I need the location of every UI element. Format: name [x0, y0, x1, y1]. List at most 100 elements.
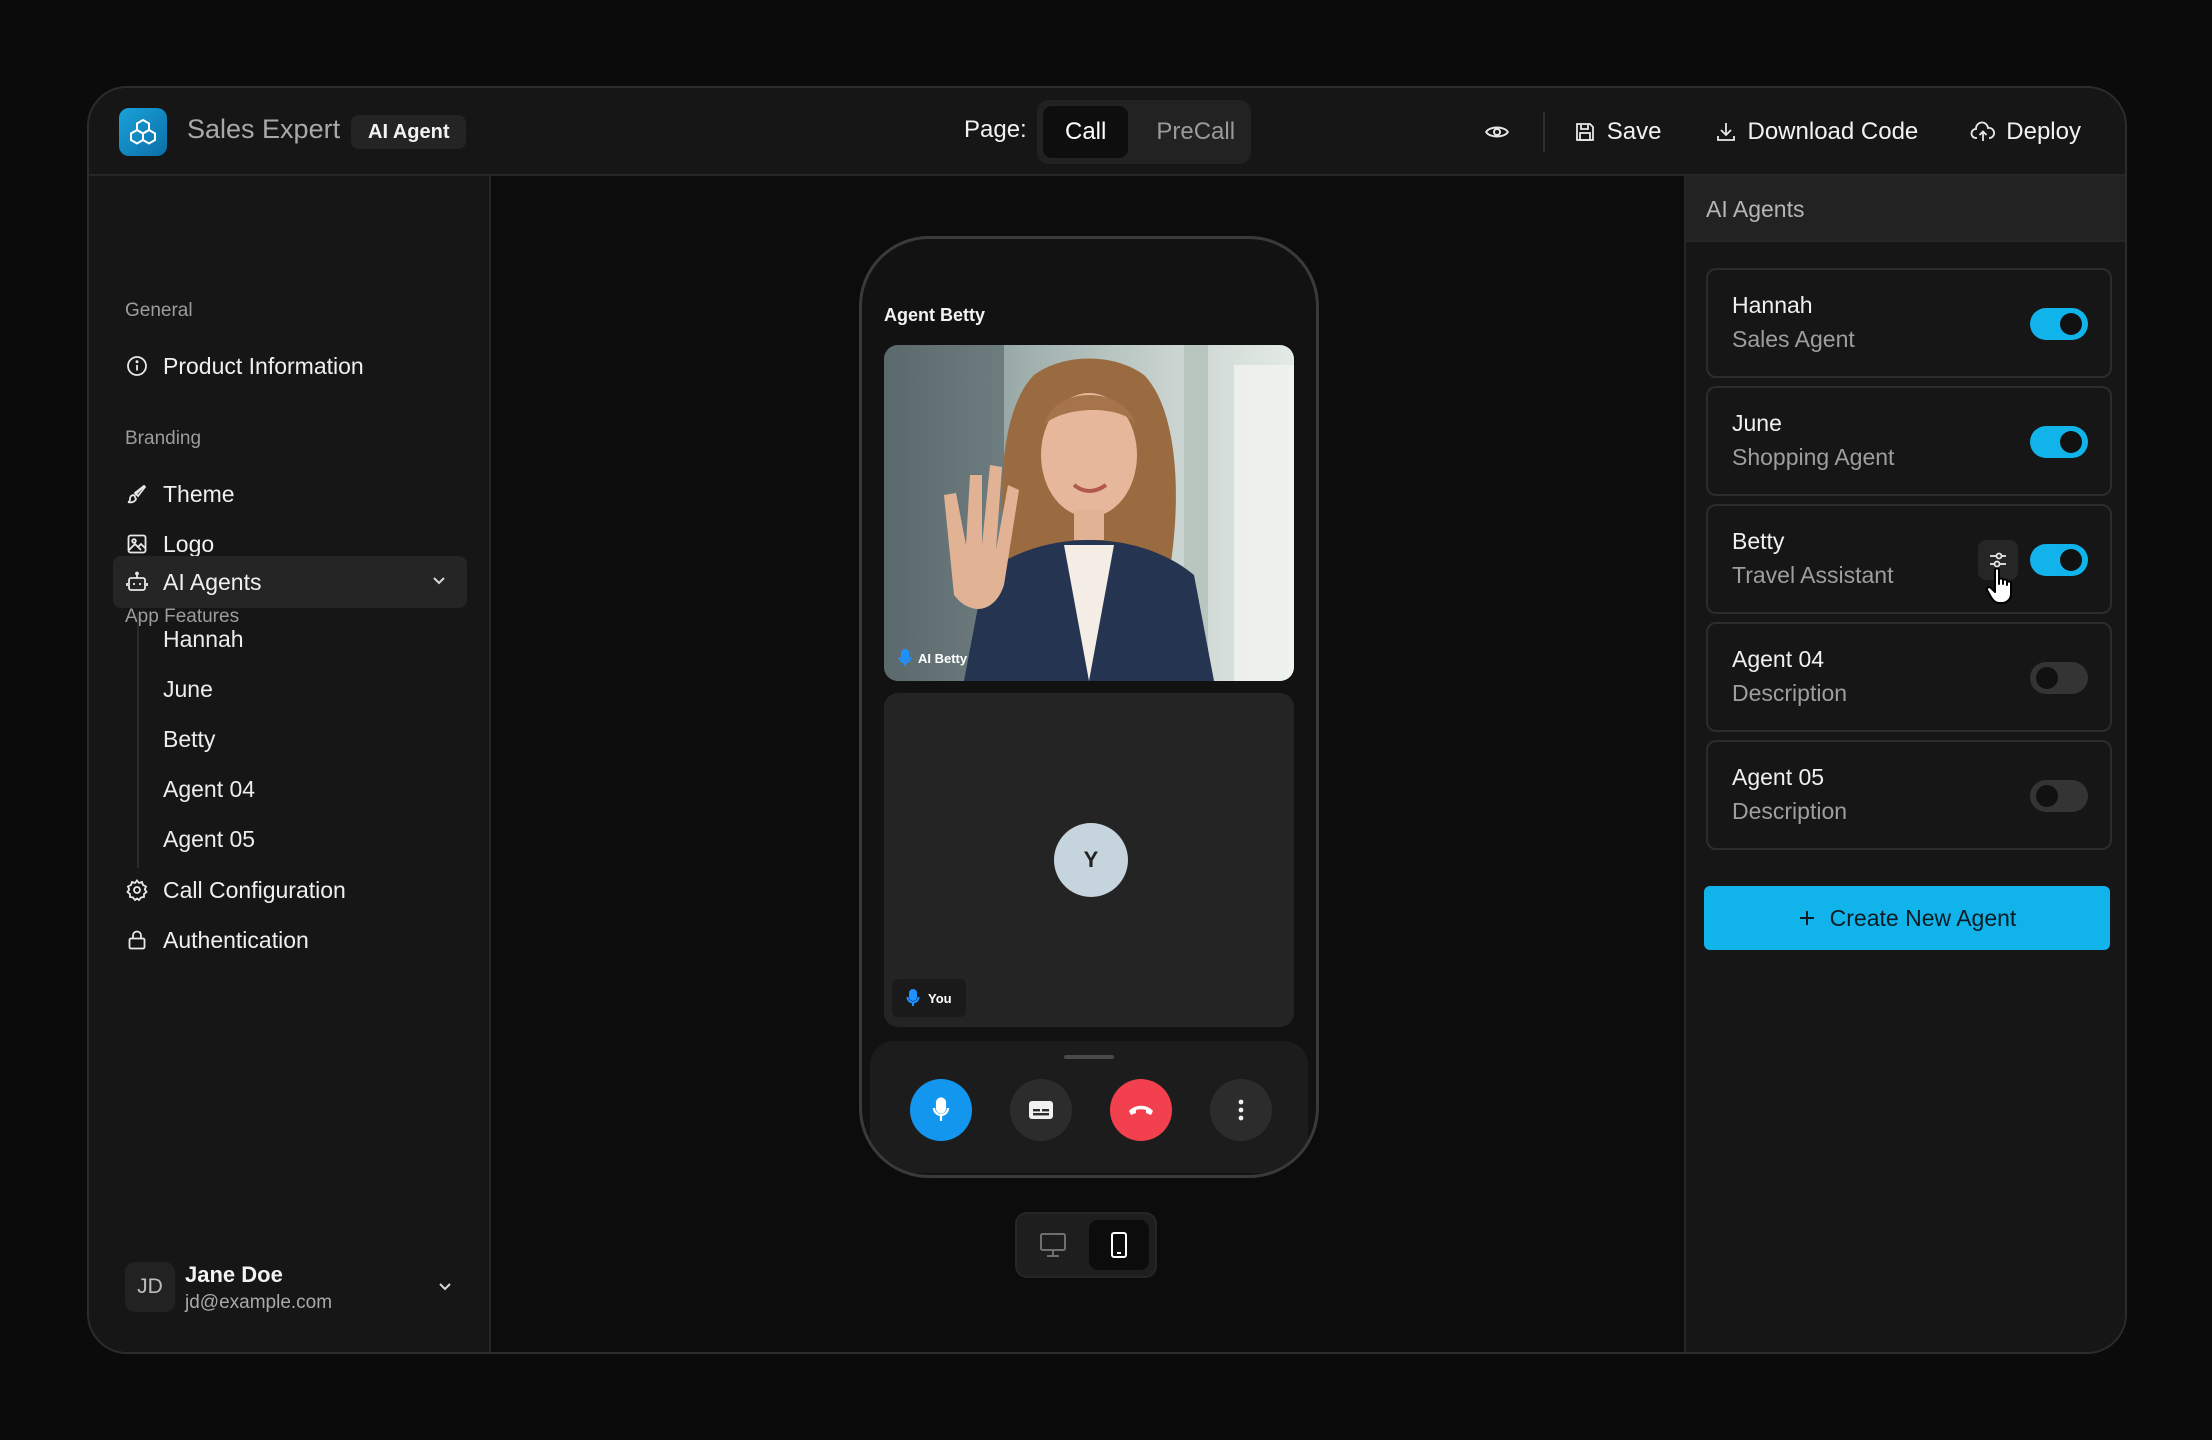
agent-toggle[interactable]	[2030, 426, 2088, 458]
agent-name: June	[1732, 410, 1782, 436]
sidebar-item-authentication[interactable]: Authentication	[125, 920, 309, 960]
sidebar-item-label: Authentication	[163, 926, 309, 953]
gear-icon	[125, 878, 149, 902]
page-tab-precall[interactable]: PreCall	[1134, 106, 1257, 158]
sidebar-item-label: Call Configuration	[163, 876, 346, 903]
mobile-icon	[1111, 1232, 1127, 1258]
toggle-knob	[2060, 313, 2082, 335]
app-logo	[119, 108, 167, 156]
sidebar-item-label: Product Information	[163, 352, 364, 379]
submenu-guide-line	[137, 612, 139, 868]
save-button[interactable]: Save	[1573, 118, 1662, 146]
agent-toggle[interactable]	[2030, 308, 2088, 340]
self-video-tile: Y You	[884, 693, 1294, 1027]
download-code-label: Download Code	[1747, 118, 1919, 145]
sidebar-subitem-agent-04[interactable]: Agent 04	[163, 776, 255, 803]
agent-card-hannah[interactable]: Hannah Sales Agent	[1706, 268, 2112, 378]
save-label: Save	[1606, 118, 1662, 145]
captions-button[interactable]	[1010, 1079, 1072, 1141]
mic-icon	[932, 1097, 950, 1121]
remote-participant-label: AI Betty	[918, 650, 968, 666]
agents-panel: AI Agents Hannah Sales Agent June Shoppi…	[1684, 176, 2125, 1352]
section-branding: Branding	[125, 428, 202, 449]
user-name: Jane Doe	[185, 1262, 283, 1287]
desktop-view-button[interactable]	[1023, 1220, 1083, 1270]
hang-up-button[interactable]	[1110, 1079, 1172, 1141]
toolbar-divider	[1542, 112, 1545, 152]
mobile-view-button[interactable]	[1089, 1220, 1149, 1270]
mic-button[interactable]	[910, 1079, 972, 1141]
hand-cursor-icon	[1985, 566, 2019, 611]
phone-preview: Agent Betty AI Betty Y You	[859, 236, 1319, 1178]
top-actions: Save Download Code Deploy	[1477, 110, 2081, 154]
agent-role: Description	[1732, 798, 1848, 824]
mode-badge: AI Agent	[351, 115, 467, 149]
create-new-agent-button[interactable]: Create New Agent	[1704, 886, 2110, 950]
agents-panel-title: AI Agents	[1706, 196, 1805, 222]
page-label: Page:	[964, 116, 1027, 143]
cubes-logo-icon	[130, 118, 156, 145]
agent-toggle[interactable]	[2030, 544, 2088, 576]
agent-card-agent-05[interactable]: Agent 05 Description	[1706, 740, 2112, 850]
agent-role: Shopping Agent	[1732, 444, 1895, 470]
sidebar-subitem-betty[interactable]: Betty	[163, 726, 215, 753]
agent-toggle[interactable]	[2030, 662, 2088, 694]
sidebar-item-label: Logo	[163, 530, 215, 557]
download-code-button[interactable]: Download Code	[1714, 118, 1919, 146]
agent-toggle[interactable]	[2030, 780, 2088, 812]
agent-role: Travel Assistant	[1732, 562, 1894, 588]
agent-card-june[interactable]: June Shopping Agent	[1706, 386, 2112, 496]
sidebar-item-label: AI Agents	[163, 568, 262, 595]
mic-icon	[898, 649, 912, 666]
self-participant-label: You	[928, 990, 952, 1006]
cloud-upload-icon	[1970, 121, 1996, 141]
sidebar-subitem-hannah[interactable]: Hannah	[163, 626, 244, 653]
toggle-knob	[2036, 785, 2058, 807]
sidebar-subitem-june[interactable]: June	[163, 676, 213, 703]
chevron-down-icon[interactable]	[429, 570, 449, 595]
sidebar-item-label: Theme	[163, 480, 235, 507]
mic-icon	[906, 989, 920, 1006]
eye-icon	[1484, 126, 1509, 138]
preview-button[interactable]	[1477, 112, 1517, 152]
agent-name: Agent 04	[1732, 646, 1825, 672]
call-controls	[870, 1041, 1308, 1173]
call-title: Agent Betty	[884, 305, 986, 325]
more-options-button[interactable]	[1210, 1079, 1272, 1141]
page-tab-call[interactable]: Call	[1043, 106, 1129, 158]
page-switch: Call PreCall	[1037, 100, 1251, 164]
self-participant-badge: You	[892, 979, 966, 1017]
agent-card-betty[interactable]: Betty Travel Assistant	[1706, 504, 2112, 614]
lock-icon	[125, 928, 149, 952]
agent-name: Agent 05	[1732, 764, 1825, 790]
agent-role: Sales Agent	[1732, 326, 1855, 352]
app-window: Sales Expert AI Agent Page: Call PreCall…	[87, 86, 2127, 1354]
paintbrush-icon	[125, 482, 149, 506]
sidebar-item-call-configuration[interactable]: Call Configuration	[125, 870, 346, 910]
user-menu[interactable]: JD Jane Doe jd@example.com	[125, 1262, 465, 1318]
drag-handle[interactable]	[1064, 1055, 1114, 1059]
agents-panel-header: AI Agents	[1686, 176, 2125, 242]
device-switch	[1015, 1212, 1157, 1278]
user-email: jd@example.com	[185, 1292, 333, 1313]
toggle-knob	[2060, 549, 2082, 571]
save-icon	[1575, 123, 1594, 141]
agent-video-tile: AI Betty	[884, 345, 1294, 681]
image-icon	[125, 532, 149, 556]
top-bar: Sales Expert AI Agent Page: Call PreCall…	[89, 88, 2125, 176]
deploy-button[interactable]: Deploy	[1970, 118, 2081, 146]
plus-icon	[1799, 911, 1814, 925]
self-avatar: Y	[1054, 823, 1128, 897]
sidebar-item-theme[interactable]: Theme	[125, 474, 235, 514]
agent-card-agent-04[interactable]: Agent 04 Description	[1706, 622, 2112, 732]
download-icon	[1716, 123, 1735, 141]
agent-name: Hannah	[1732, 292, 1813, 318]
section-general: General	[125, 300, 193, 321]
preview-canvas: Agent Betty AI Betty Y You	[491, 176, 1684, 1352]
sidebar-subitem-agent-05[interactable]: Agent 05	[163, 826, 255, 853]
chevron-down-icon[interactable]	[435, 1276, 455, 1301]
sidebar-item-product-information[interactable]: Product Information	[125, 346, 364, 386]
avatar: JD	[125, 1262, 175, 1312]
sidebar-item-ai-agents[interactable]: AI Agents	[125, 562, 261, 602]
section-app-features: App Features	[125, 606, 240, 627]
